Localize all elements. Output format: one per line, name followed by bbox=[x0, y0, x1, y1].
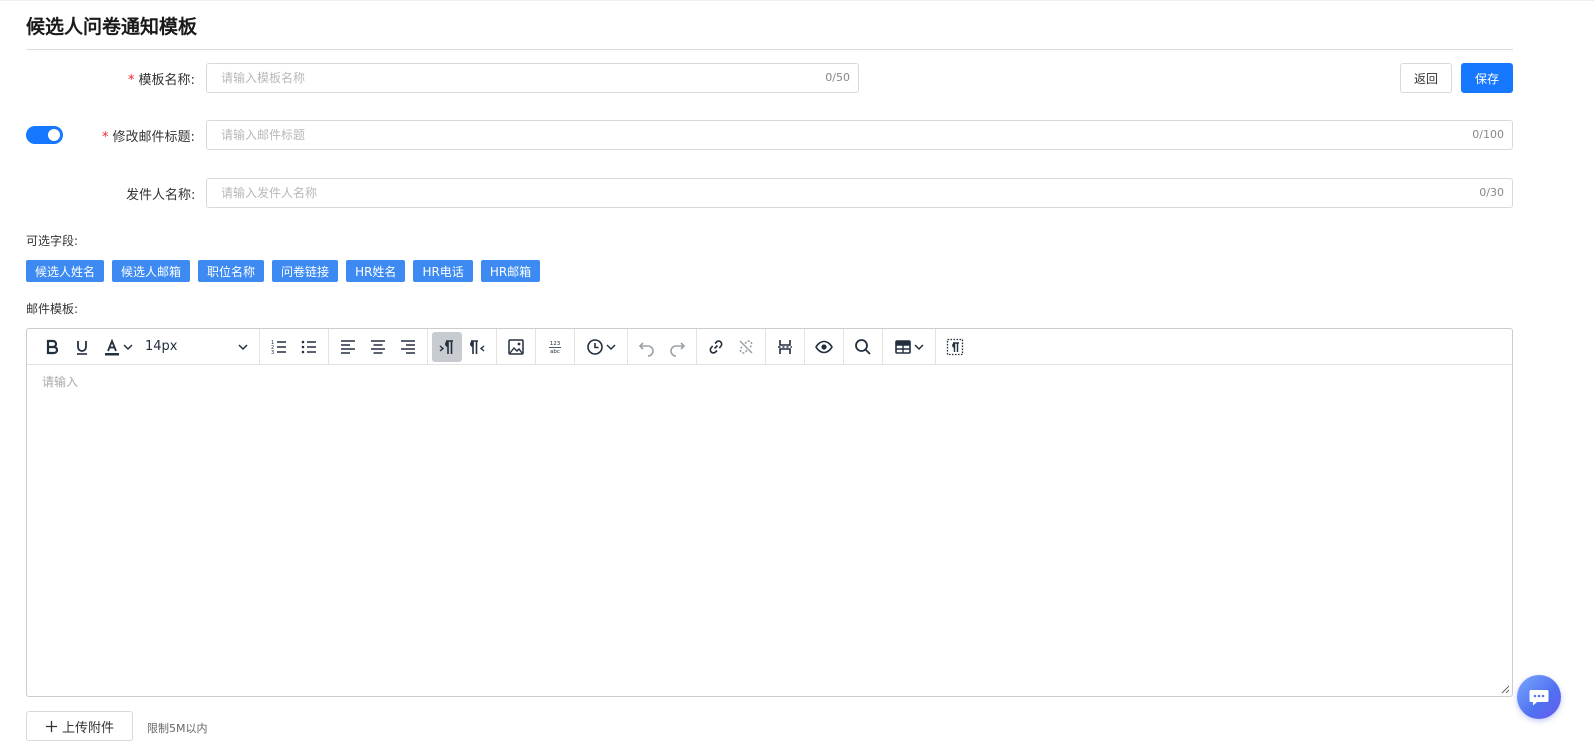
tag-candidate-name[interactable]: 候选人姓名 bbox=[26, 260, 105, 282]
chat-bubble-icon bbox=[1529, 690, 1549, 706]
font-size-value: 14px bbox=[145, 339, 178, 354]
link-icon[interactable] bbox=[701, 332, 731, 362]
chevron-down-icon bbox=[606, 343, 616, 350]
svg-text:3: 3 bbox=[271, 350, 274, 356]
back-button[interactable]: 返回 bbox=[1400, 63, 1452, 93]
chevron-down-icon bbox=[238, 343, 248, 350]
tag-position-name[interactable]: 职位名称 bbox=[198, 260, 265, 282]
editor-placeholder: 请输入 bbox=[42, 375, 79, 389]
font-size-select[interactable]: 14px bbox=[139, 332, 255, 362]
toolbar-group-links bbox=[697, 328, 766, 365]
rich-text-editor: 14px 123 123 abc 请输入 bbox=[26, 328, 1513, 697]
resize-handle-icon[interactable] bbox=[1500, 684, 1510, 694]
toolbar-group-format: 14px bbox=[33, 328, 260, 365]
toolbar-group-datetime bbox=[575, 328, 628, 365]
word-count-icon[interactable]: 123 abc bbox=[540, 332, 570, 362]
toolbar-group-preview bbox=[805, 328, 844, 365]
mail-subject-input[interactable] bbox=[207, 121, 1512, 149]
toolbar-group-table bbox=[883, 328, 936, 365]
preview-icon[interactable] bbox=[809, 332, 839, 362]
search-icon[interactable] bbox=[848, 332, 878, 362]
tag-hr-name[interactable]: HR姓名 bbox=[346, 260, 406, 282]
align-right-icon[interactable] bbox=[393, 332, 423, 362]
sender-name-input[interactable] bbox=[207, 179, 1512, 207]
align-center-icon[interactable] bbox=[363, 332, 393, 362]
template-name-input[interactable] bbox=[207, 64, 858, 92]
toolbar-group-blocks bbox=[936, 329, 974, 365]
top-border bbox=[0, 0, 1594, 1]
required-mark: * bbox=[128, 73, 135, 88]
svg-text:abc: abc bbox=[550, 349, 560, 355]
numbered-list-icon[interactable]: 123 bbox=[264, 332, 294, 362]
image-icon[interactable] bbox=[501, 332, 531, 362]
toolbar-group-direction bbox=[428, 328, 497, 365]
mail-subject-label-text: 修改邮件标题: bbox=[112, 130, 195, 145]
toolbar-group-align bbox=[329, 328, 428, 365]
underline-icon[interactable] bbox=[67, 332, 97, 362]
page-break-icon[interactable] bbox=[770, 332, 800, 362]
upload-size-hint: 限制5M以内 bbox=[147, 722, 208, 735]
tag-candidate-email[interactable]: 候选人邮箱 bbox=[112, 260, 191, 282]
rtl-icon[interactable] bbox=[462, 332, 492, 362]
bulleted-list-icon[interactable] bbox=[294, 332, 324, 362]
toolbar-group-history bbox=[628, 328, 697, 365]
page-title: 候选人问卷通知模板 bbox=[26, 16, 198, 38]
svg-text:123: 123 bbox=[550, 341, 561, 347]
tag-hr-phone[interactable]: HR电话 bbox=[413, 260, 473, 282]
template-name-counter: 0/50 bbox=[825, 71, 850, 84]
tag-hr-email[interactable]: HR邮箱 bbox=[480, 260, 541, 282]
chevron-down-icon bbox=[123, 343, 133, 350]
mail-subject-toggle[interactable] bbox=[26, 126, 63, 144]
tag-questionnaire-link[interactable]: 问卷链接 bbox=[272, 260, 339, 282]
field-tags: 候选人姓名 候选人邮箱 职位名称 问卷链接 HR姓名 HR电话 HR邮箱 bbox=[26, 260, 541, 282]
plus-icon bbox=[45, 720, 58, 732]
chevron-down-icon bbox=[914, 343, 924, 350]
toolbar-group-lists: 123 bbox=[260, 328, 329, 365]
toolbar-group-image bbox=[497, 328, 536, 365]
title-divider bbox=[26, 49, 1513, 50]
template-name-label-text: 模板名称: bbox=[138, 73, 195, 88]
editor-toolbar: 14px 123 123 abc bbox=[27, 328, 1512, 365]
toolbar-group-search bbox=[844, 328, 883, 365]
align-left-icon[interactable] bbox=[333, 332, 363, 362]
font-color-icon[interactable] bbox=[97, 332, 139, 362]
toolbar-group-wordcount: 123 abc bbox=[536, 328, 575, 365]
sender-name-label: 发件人名称: bbox=[126, 188, 196, 203]
upload-button-label: 上传附件 bbox=[61, 720, 114, 736]
template-name-field: 0/50 bbox=[206, 63, 859, 93]
upload-attachment-button[interactable]: 上传附件 bbox=[26, 711, 133, 741]
save-button[interactable]: 保存 bbox=[1461, 63, 1513, 93]
required-mark: * bbox=[102, 130, 109, 145]
optional-fields-label: 可选字段: bbox=[26, 234, 79, 248]
table-icon[interactable] bbox=[887, 332, 931, 362]
mail-subject-counter: 0/100 bbox=[1472, 128, 1504, 141]
undo-icon[interactable] bbox=[632, 332, 662, 362]
ltr-icon[interactable] bbox=[432, 331, 462, 362]
sender-name-counter: 0/30 bbox=[1479, 186, 1504, 199]
editor-content-area[interactable]: 请输入 bbox=[27, 365, 1512, 696]
toolbar-group-pagebreak bbox=[766, 328, 805, 365]
redo-icon[interactable] bbox=[662, 332, 692, 362]
mail-subject-label: * 修改邮件标题: bbox=[102, 126, 195, 145]
show-blocks-icon[interactable] bbox=[940, 332, 970, 362]
clock-icon[interactable] bbox=[579, 332, 623, 362]
mail-subject-field: 0/100 bbox=[206, 120, 1513, 150]
chat-support-button[interactable] bbox=[1517, 675, 1561, 719]
bold-icon[interactable] bbox=[37, 332, 67, 362]
unlink-icon[interactable] bbox=[731, 332, 761, 362]
template-name-label: * 模板名称: bbox=[128, 69, 195, 88]
sender-name-field: 0/30 bbox=[206, 178, 1513, 208]
toggle-knob bbox=[48, 129, 60, 141]
mail-template-label: 邮件模板: bbox=[26, 302, 79, 316]
